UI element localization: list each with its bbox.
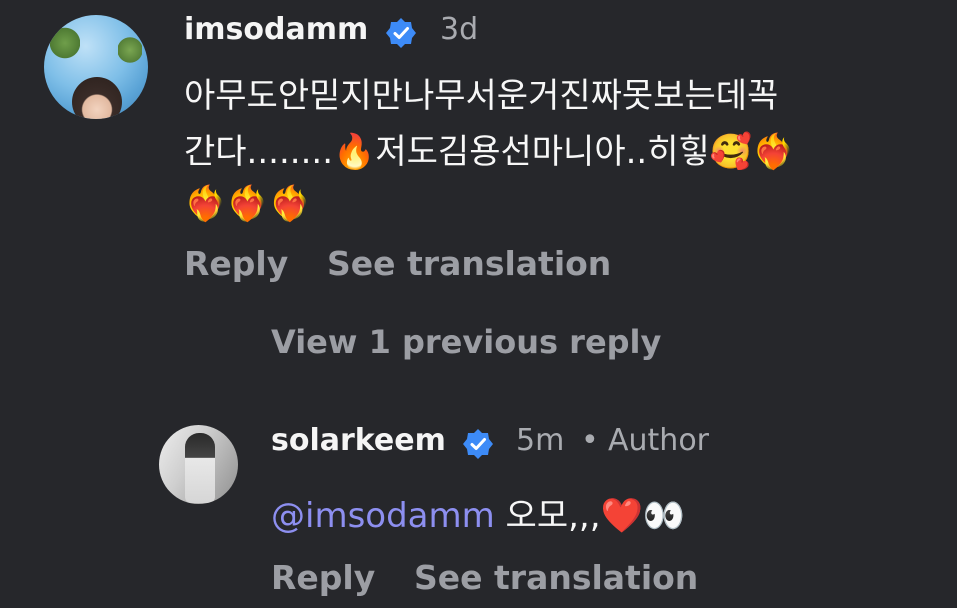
comment-username[interactable]: imsodamm bbox=[184, 12, 368, 47]
comment-text-line: 간다........🔥저도김용선마니아..히힣🥰❤️‍🔥 bbox=[184, 132, 795, 172]
avatar-tree bbox=[50, 23, 80, 63]
avatar-tree-2 bbox=[118, 33, 142, 67]
author-label: Author bbox=[608, 423, 710, 458]
reply-button[interactable]: Reply bbox=[184, 244, 288, 283]
view-previous-replies-button[interactable]: View 1 previous reply bbox=[271, 323, 661, 361]
avatar-person bbox=[185, 433, 215, 503]
comment-username[interactable]: solarkeem bbox=[271, 423, 446, 458]
reply-button[interactable]: Reply bbox=[271, 558, 375, 597]
avatar[interactable] bbox=[159, 425, 238, 504]
avatar[interactable] bbox=[44, 15, 148, 119]
comment-text-line: 아무도안믿지만나무서운거진짜못보는데꼭 bbox=[184, 76, 779, 116]
separator-dot: • bbox=[581, 423, 599, 458]
comment-text-line: ❤️‍🔥❤️‍🔥❤️‍🔥 bbox=[184, 184, 312, 224]
see-translation-button[interactable]: See translation bbox=[327, 244, 611, 283]
mention-link[interactable]: @imsodamm bbox=[271, 496, 495, 536]
comment-text-body: 오모,,,❤️👀 bbox=[494, 496, 686, 536]
comment-timestamp: 5m bbox=[516, 423, 565, 458]
avatar-person bbox=[72, 77, 122, 119]
comment-timestamp: 3d bbox=[440, 12, 479, 47]
comment-text: @imsodamm 오모,,,❤️👀 bbox=[271, 490, 685, 542]
verified-badge-icon bbox=[386, 18, 416, 48]
verified-badge-icon bbox=[463, 429, 493, 459]
see-translation-button[interactable]: See translation bbox=[414, 558, 698, 597]
